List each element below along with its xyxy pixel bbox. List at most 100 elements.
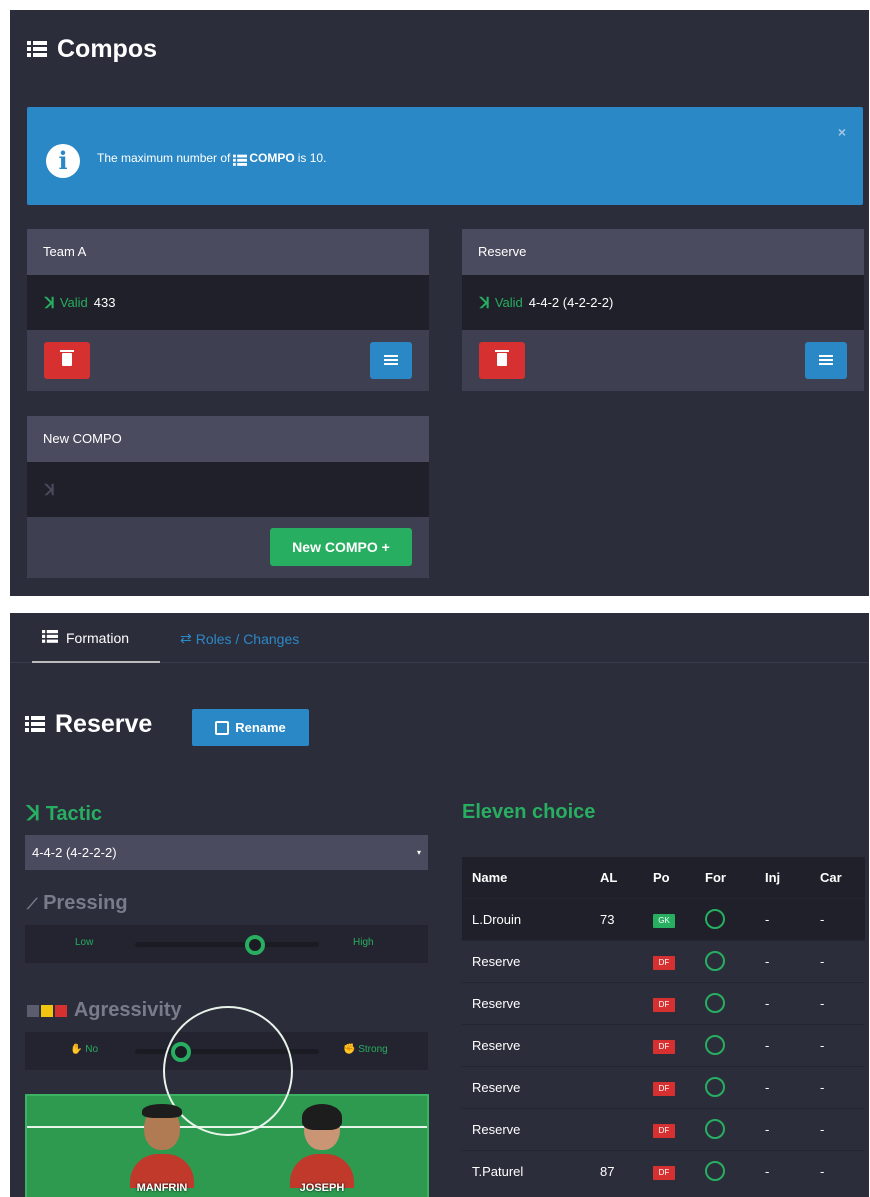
delete-button[interactable] [479, 342, 525, 379]
position-badge: DF [653, 1081, 675, 1096]
table-row[interactable]: Reserve DF - - [462, 1107, 865, 1150]
squad-color-red [55, 1004, 67, 1017]
tab-formation[interactable]: Formation [32, 630, 160, 663]
alert-text: The maximum number of [97, 151, 231, 165]
position-badge: DF [653, 997, 675, 1012]
compo-card-reserve: Reserve ꓘ Valid 4-4-2 (4-2-2-2) [462, 229, 864, 391]
injury-cell: - [755, 1065, 810, 1108]
al-cell [590, 1065, 643, 1108]
al-cell [590, 939, 643, 982]
card-cell: - [810, 1065, 865, 1108]
compo-card-title: Team A [27, 229, 429, 275]
formation-label: 4-4-2 (4-2-2-2) [528, 295, 614, 310]
position-cell: DF [643, 939, 695, 982]
player-name-cell: Reserve [462, 1065, 590, 1108]
table-row[interactable]: Reserve DF - - [462, 1023, 865, 1066]
compo-card-new: New COMPO ꓘ New COMPO + [27, 416, 429, 578]
position-badge: DF [653, 1123, 675, 1138]
card-cell: - [810, 1023, 865, 1066]
player-card[interactable]: MANFRIN [122, 1104, 202, 1196]
injury-cell: - [755, 981, 810, 1024]
info-icon: i [46, 144, 80, 178]
tab-formation-label: Formation [66, 630, 130, 646]
formation-label: 433 [93, 295, 116, 310]
agressivity-heading: Agressivity [27, 999, 182, 1022]
position-cell: DF [643, 1023, 695, 1066]
tactic-icon: ꓘ [45, 294, 55, 312]
hand-icon: ✋ [70, 1044, 83, 1055]
agressivity-no-label: ✋ No [70, 1044, 98, 1055]
pressing-track[interactable] [135, 935, 319, 955]
column-header[interactable]: Po [643, 857, 695, 898]
al-cell [590, 981, 643, 1024]
form-ring-icon [705, 1035, 725, 1055]
delete-button[interactable] [44, 342, 90, 379]
pressing-title: Pressing [43, 892, 128, 914]
eleven-choice-title: Eleven choice [462, 801, 596, 823]
table-row[interactable]: Reserve DF - - [462, 939, 865, 982]
column-header[interactable]: AL [590, 857, 643, 898]
form-cell [695, 981, 755, 1024]
column-header[interactable]: Name [462, 857, 590, 898]
alert-message: The maximum number of COMPO is 10. [97, 151, 326, 166]
list-icon [25, 716, 45, 733]
player-name-cell: Reserve [462, 1107, 590, 1150]
player-card[interactable]: JOSEPH [282, 1104, 362, 1196]
player-name-cell: L.Drouin [462, 897, 590, 940]
compo-card-team-a: Team A ꓘ Valid 433 [27, 229, 429, 391]
player-name-cell: T.Paturel [462, 1149, 590, 1192]
squad-color-yellow [41, 1004, 53, 1017]
list-icon [27, 41, 47, 58]
fist-icon: ✊ [343, 1044, 356, 1055]
compos-header: Compos [27, 35, 157, 64]
column-header[interactable]: For [695, 857, 755, 898]
agressivity-strong-text: Strong [358, 1044, 388, 1055]
tactic-select-value: 4-4-2 (4-2-2-2) [32, 845, 117, 860]
info-alert: i The maximum number of COMPO is 10. × [27, 107, 863, 205]
agressivity-title: Agressivity [73, 999, 182, 1021]
tactic-select[interactable]: 4-4-2 (4-2-2-2) ▾ [25, 835, 428, 870]
injury-cell: - [755, 1107, 810, 1150]
al-cell: 73 [590, 897, 643, 940]
table-icon [42, 630, 58, 644]
tab-roles-changes[interactable]: ⇄ Roles / Changes [180, 630, 299, 647]
valid-label: Valid [59, 295, 88, 310]
column-header[interactable]: Car [810, 857, 865, 898]
player-name-cell: Reserve [462, 981, 590, 1024]
form-ring-icon [705, 909, 725, 929]
valid-label: Valid [494, 295, 523, 310]
form-cell [695, 897, 755, 940]
card-cell: - [810, 981, 865, 1024]
compo-detail-panel: Formation ⇄ Roles / Changes Reserve Rena… [10, 613, 869, 1197]
table-row[interactable]: L.Drouin 73 GK - - [462, 897, 865, 940]
new-compo-button[interactable]: New COMPO + [270, 528, 412, 566]
trash-icon [60, 350, 74, 366]
list-icon [384, 355, 398, 366]
page-title: Compos [57, 35, 157, 63]
player-hair [302, 1104, 342, 1130]
agressivity-strong-label: ✊ Strong [343, 1044, 388, 1055]
player-hair [142, 1104, 182, 1118]
open-compo-button[interactable] [370, 342, 412, 379]
pressing-low-label: Low [75, 937, 94, 948]
injury-cell: - [755, 939, 810, 982]
player-name-cell: Reserve [462, 939, 590, 982]
table-row[interactable]: T.Paturel 87 DF - - [462, 1149, 865, 1192]
table-row[interactable]: Reserve DF - - [462, 981, 865, 1024]
close-icon[interactable]: × [838, 124, 846, 140]
compo-card-actions: New COMPO + [27, 517, 429, 578]
compo-card-actions [462, 330, 864, 391]
form-ring-icon [705, 1077, 725, 1097]
player-name: JOSEPH [299, 1182, 345, 1194]
pressing-heading: ⟋ Pressing [27, 892, 128, 915]
form-cell [695, 1065, 755, 1108]
column-header[interactable]: Inj [755, 857, 810, 898]
rename-label: Rename [235, 720, 286, 735]
al-cell [590, 1107, 643, 1150]
rename-button[interactable]: Rename [192, 709, 309, 746]
formation-pitch: MANFRIN JOSEPH [25, 1006, 429, 1197]
open-compo-button[interactable] [805, 342, 847, 379]
pressing-slider-handle[interactable] [245, 935, 265, 955]
table-row[interactable]: Reserve DF - - [462, 1065, 865, 1108]
position-badge: GK [653, 913, 675, 928]
